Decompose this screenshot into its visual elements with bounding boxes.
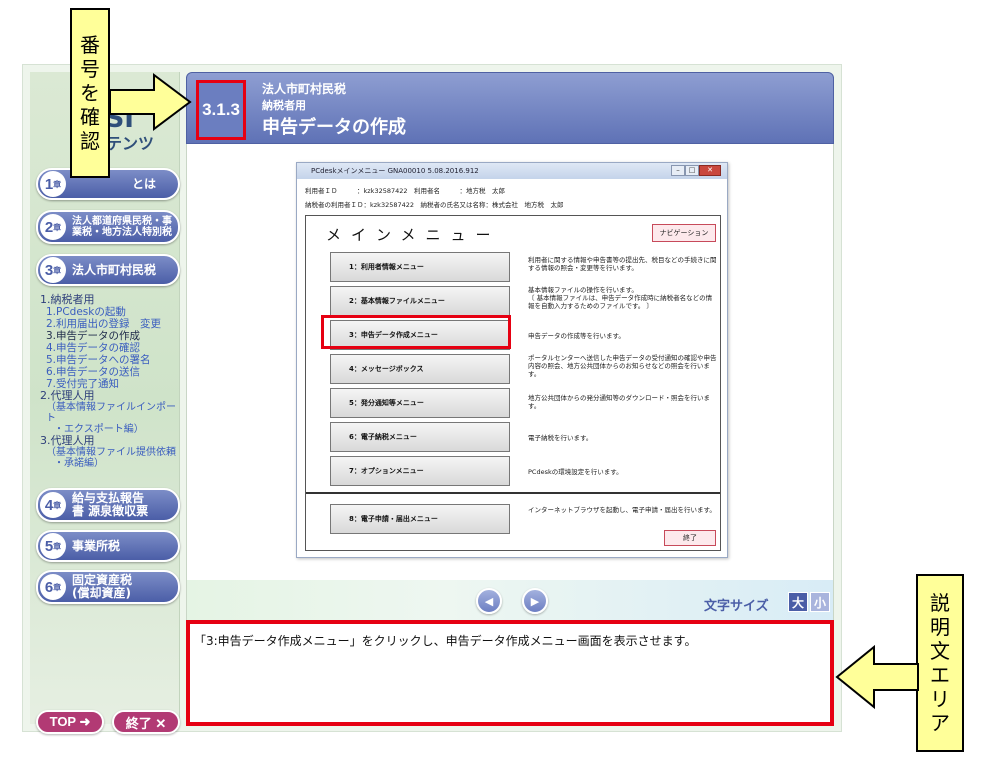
chapter-number: 3章 — [40, 257, 66, 283]
chapter-2-button[interactable]: 2章 法人都道府県民税・事業税・地方法人特別税 — [36, 210, 180, 244]
highlight-box — [321, 315, 511, 349]
main-menu-frame: メインメニュー ナビゲーション 1：利用者情報メニュー 利用者に関する情報や申告… — [305, 215, 721, 551]
chapter-number: 2章 — [40, 214, 66, 240]
description-area: 「3:申告データ作成メニュー」をクリックし、申告データ作成メニュー画面を表示させ… — [186, 620, 834, 726]
window-controls: – □ ✕ — [671, 165, 721, 177]
subnav-heading[interactable]: 2.代理人用 — [40, 390, 180, 402]
callout-char: 文 — [930, 639, 950, 663]
description-text: 「3:申告データ作成メニュー」をクリックし、申告データ作成メニュー画面を表示させ… — [194, 634, 697, 648]
maximize-icon: □ — [685, 165, 699, 176]
callout-char: ア — [930, 711, 950, 735]
subnav-item[interactable]: 4.申告データの確認 — [40, 342, 180, 354]
header-category: 法人市町村民税 — [262, 82, 347, 96]
subnav-item-current[interactable]: 3.申告データの作成 — [40, 330, 180, 342]
menu-desc-2: 基本情報ファイルの操作を行います。 〔 基本情報ファイルは、申告データ作成時に納… — [528, 286, 713, 310]
menu-desc-8: インターネットブラウザを起動し、電子申請・届出を行います。 — [528, 506, 716, 514]
callout-char: リ — [930, 687, 950, 711]
subnav-item[interactable]: 1.PCdeskの起動 — [40, 306, 180, 318]
font-size-small-button[interactable]: 小 — [810, 592, 830, 612]
window-title: PCdeskメインメニュー GNA00010 5.08.2016.912 — [297, 163, 727, 179]
callout-char: 番 — [80, 33, 100, 57]
font-size-label: 文字サイズ — [704, 599, 769, 614]
chapter-label: 給与支払報告書 源泉徴収票 — [72, 491, 149, 518]
close-icon: ✕ — [699, 165, 721, 176]
chapter-number: 6章 — [40, 574, 66, 600]
menu-desc-5: 地方公共団体からの発分通知等のダウンロード・照会を行います。 — [528, 394, 710, 410]
menu-desc-1: 利用者に関する情報や申告書等の提出先、税目などの手続きに関する情報の照会・変更等… — [528, 256, 717, 272]
page-title: 申告データの作成 — [262, 117, 406, 138]
subnav-subtext[interactable]: （基本情報ファイルインポート — [40, 402, 180, 424]
header-subcategory: 納税者用 — [262, 99, 306, 112]
menu-button-2[interactable]: 2：基本情報ファイルメニュー — [330, 286, 510, 316]
callout-arrow-right-icon — [109, 73, 192, 131]
chapter-number: 4章 — [40, 492, 66, 518]
main-menu-title: メインメニュー — [326, 226, 501, 244]
callout-char: を — [80, 81, 100, 105]
logo-subtext: テンツ — [106, 134, 155, 153]
menu-desc-3: 申告データの作成等を行います。 — [528, 332, 625, 340]
callout-char: 号 — [80, 57, 100, 81]
minimize-icon: – — [671, 165, 685, 176]
callout-number: 番 号 を 確 認 — [70, 8, 110, 178]
sub-navigation: 1.納税者用 1.PCdeskの起動 2.利用届出の登録 変更 3.申告データの… — [40, 293, 180, 470]
chapter-label: 事業所税 — [72, 538, 121, 553]
chapter-6-button[interactable]: 6章 固定資産税 (償却資産) — [36, 570, 180, 604]
callout-char: 確 — [80, 105, 100, 129]
callout-description: 説 明 文 エ リ ア — [916, 574, 964, 752]
menu-button-6[interactable]: 6：電子納税メニュー — [330, 422, 510, 452]
subnav-subtext[interactable]: （基本情報ファイル提供依頼 — [40, 447, 180, 458]
callout-char: 認 — [80, 129, 100, 153]
callout-arrow-left-icon — [835, 644, 919, 710]
menu-desc-4: ポータルセンターへ送信した申告データの受付通知の確認や申告内容の照会、地方公共団… — [528, 354, 717, 378]
subnav-heading[interactable]: 3.代理人用 — [40, 435, 180, 447]
callout-char: 明 — [930, 615, 950, 639]
prev-page-button[interactable]: ◀ — [476, 588, 502, 614]
navigation-button[interactable]: ナビゲーション — [652, 224, 716, 242]
subnav-subtext[interactable]: ・承諾編） — [40, 458, 180, 469]
chapter-label: とは — [132, 176, 157, 191]
menu-button-7[interactable]: 7：オプションメニュー — [330, 456, 510, 486]
menu-desc-7: PCdeskの環境設定を行います。 — [528, 468, 623, 476]
subnav-item[interactable]: 2.利用届出の登録 変更 — [40, 318, 180, 330]
chapter-label: 固定資産税 (償却資産) — [72, 573, 133, 600]
subnav-heading: 1.納税者用 — [40, 293, 95, 306]
menu-separator — [306, 492, 720, 494]
chapter-label: 法人都道府県民税・事業税・地方法人特別税 — [72, 216, 172, 238]
chapter-label: 法人市町村民税 — [72, 262, 157, 277]
chapter-number: 1章 — [40, 171, 66, 197]
chapter-5-button[interactable]: 5章 事業所税 — [36, 530, 180, 562]
chapter-number: 5章 — [40, 533, 66, 559]
user-info: 利用者ＩＤ ：kzk32587422 利用者名 ：地方税 太郎 — [305, 187, 506, 195]
subnav-item[interactable]: 5.申告データへの署名 — [40, 354, 180, 366]
taxpayer-info: 納税者の利用者ＩＤ：kzk32587422 納税者の氏名又は名称：株式会社 地方… — [305, 201, 564, 209]
callout-char: 説 — [930, 591, 950, 615]
screen: { "sidebar": { "logo_l1": "CSI", "logo_l… — [0, 0, 984, 760]
end-button[interactable]: 終了 — [664, 530, 716, 546]
font-size-large-button[interactable]: 大 — [788, 592, 808, 612]
exit-button[interactable]: 終了 ✕ — [112, 710, 180, 734]
menu-button-1[interactable]: 1：利用者情報メニュー — [330, 252, 510, 282]
callout-char: エ — [930, 663, 950, 687]
chapter-3-button[interactable]: 3章 法人市町村民税 — [36, 254, 180, 286]
menu-button-5[interactable]: 5：発分通知等メニュー — [330, 388, 510, 418]
menu-button-4[interactable]: 4：メッセージボックス — [330, 354, 510, 384]
menu-desc-6: 電子納税を行います。 — [528, 434, 593, 442]
top-button[interactable]: TOP ➜ — [36, 710, 104, 734]
section-number: 3.1.3 — [196, 80, 246, 140]
subnav-item[interactable]: 6.申告データの送信 — [40, 366, 180, 378]
menu-button-8[interactable]: 8：電子申請・届出メニュー — [330, 504, 510, 534]
next-page-button[interactable]: ▶ — [522, 588, 548, 614]
chapter-4-button[interactable]: 4章 給与支払報告書 源泉徴収票 — [36, 488, 180, 522]
screenshot-window: PCdeskメインメニュー GNA00010 5.08.2016.912 – □ ✕… — [296, 162, 728, 558]
